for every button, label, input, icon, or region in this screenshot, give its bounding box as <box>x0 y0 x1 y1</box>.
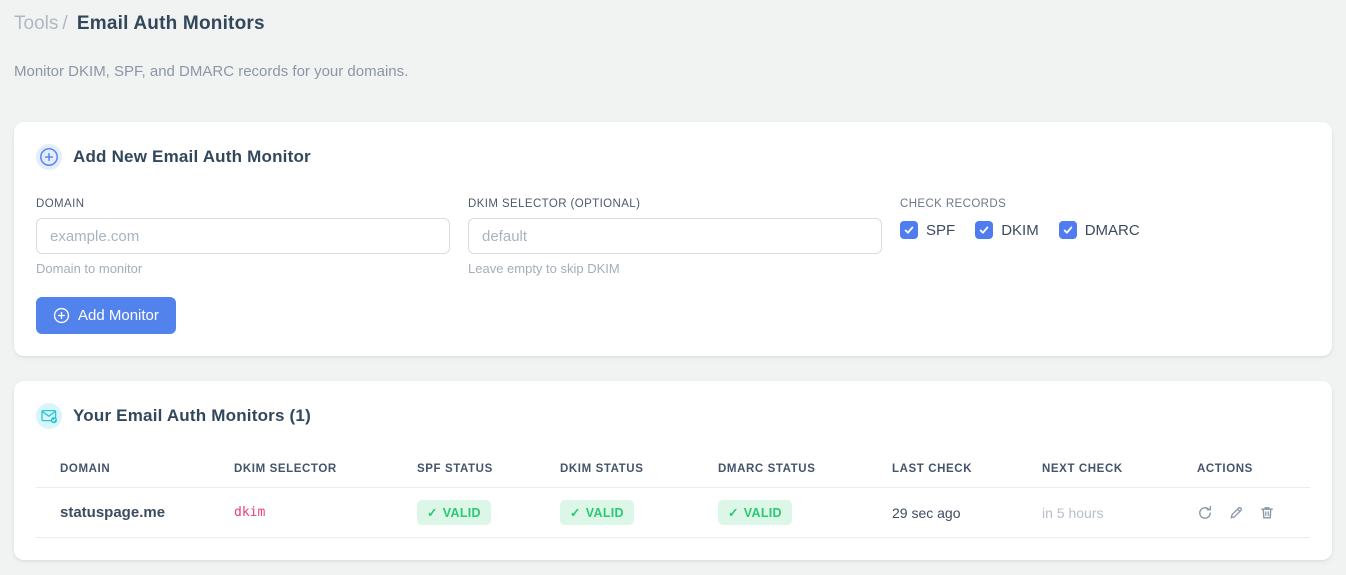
dmarc-checkbox[interactable] <box>1058 221 1077 239</box>
breadcrumb: Tools / Email Auth Monitors <box>14 12 1332 35</box>
monitors-table: DOMAIN DKIM SELECTOR SPF STATUS DKIM STA… <box>36 453 1310 538</box>
monitors-card-header: Your Email Auth Monitors (1) <box>36 403 1310 429</box>
spf-status-cell: ✓ VALID <box>393 500 536 525</box>
breadcrumb-separator: / <box>62 13 68 34</box>
monitor-domain: statuspage.me <box>60 504 166 521</box>
add-monitor-card-header: Add New Email Auth Monitor <box>36 144 1310 170</box>
monitors-card-title: Your Email Auth Monitors (1) <box>73 406 311 425</box>
monitor-dkim-selector: dkim <box>234 505 266 520</box>
dkim-checkbox-label: DKIM <box>1001 221 1039 239</box>
check-icon: ✓ <box>427 506 438 520</box>
dmarc-status-badge: ✓ VALID <box>718 500 792 525</box>
col-header-dmarc-status: DMARC STATUS <box>718 463 816 475</box>
domain-field-group: DOMAIN Domain to monitor <box>36 198 450 276</box>
col-header-actions: ACTIONS <box>1197 463 1253 475</box>
col-header-domain: DOMAIN <box>60 463 111 475</box>
spf-status-text: VALID <box>442 505 481 520</box>
page-title: Email Auth Monitors <box>76 13 265 34</box>
check-icon: ✓ <box>570 506 581 520</box>
edit-monitor-button[interactable] <box>1228 505 1244 521</box>
checkbox-checked-icon <box>979 226 989 234</box>
monitor-next-check: in 5 hours <box>1042 504 1104 521</box>
delete-monitor-button[interactable] <box>1259 505 1275 521</box>
page-subtitle: Monitor DKIM, SPF, and DMARC records for… <box>14 63 409 80</box>
add-monitor-button-label: Add Monitor <box>78 307 159 324</box>
col-header-spf-status: SPF STATUS <box>417 463 493 475</box>
domain-input[interactable] <box>36 218 450 254</box>
dkim-status-badge: ✓ VALID <box>560 500 634 525</box>
col-header-last-check: LAST CHECK <box>892 463 973 475</box>
col-header-next-check: NEXT CHECK <box>1042 463 1123 475</box>
check-records-group: CHECK RECORDS SPF DKIM DMARC <box>900 198 1310 276</box>
plus-circle-icon <box>36 144 62 170</box>
dkim-selector-input[interactable] <box>468 218 882 254</box>
table-row: statuspage.me dkim ✓ VALID ✓ VALID ✓ VAL… <box>36 488 1310 538</box>
breadcrumb-tools-link[interactable]: Tools <box>14 13 58 34</box>
spf-checkbox[interactable] <box>900 221 918 239</box>
dkim-status-cell: ✓ VALID <box>536 500 694 525</box>
checkbox-checked-icon <box>904 226 914 234</box>
monitor-last-check: 29 sec ago <box>892 504 961 521</box>
dkim-selector-field-label: DKIM SELECTOR (OPTIONAL) <box>468 198 641 210</box>
monitors-list-card: Your Email Auth Monitors (1) DOMAIN DKIM… <box>14 381 1332 560</box>
add-monitor-card-title: Add New Email Auth Monitor <box>73 147 311 166</box>
dkim-status-text: VALID <box>585 505 624 520</box>
domain-field-label: DOMAIN <box>36 198 85 210</box>
monitor-actions <box>1173 505 1310 521</box>
dkim-selector-field-group: DKIM SELECTOR (OPTIONAL) Leave empty to … <box>468 198 882 276</box>
check-records-row: SPF DKIM DMARC <box>900 221 1310 239</box>
dmarc-status-cell: ✓ VALID <box>694 500 868 525</box>
refresh-monitor-button[interactable] <box>1197 505 1213 521</box>
col-header-dkim-selector: DKIM SELECTOR <box>234 463 337 475</box>
refresh-icon <box>1199 505 1212 519</box>
spf-check-group: SPF <box>900 221 955 239</box>
col-header-dkim-status: DKIM STATUS <box>560 463 644 475</box>
mail-check-icon <box>36 403 62 429</box>
dmarc-status-text: VALID <box>743 505 782 520</box>
dmarc-check-group: DMARC <box>1058 221 1140 239</box>
add-monitor-card: Add New Email Auth Monitor DOMAIN Domain… <box>14 122 1332 356</box>
monitors-table-header: DOMAIN DKIM SELECTOR SPF STATUS DKIM STA… <box>36 453 1310 488</box>
dkim-selector-field-helper: Leave empty to skip DKIM <box>468 261 620 276</box>
trash-icon <box>1261 506 1273 518</box>
check-icon: ✓ <box>728 506 739 520</box>
checkbox-checked-icon <box>1063 226 1072 234</box>
add-monitor-button[interactable]: Add Monitor <box>36 297 176 334</box>
spf-checkbox-label: SPF <box>926 221 956 239</box>
plus-circle-icon <box>53 307 70 324</box>
edit-icon <box>1230 506 1243 518</box>
dkim-check-group: DKIM <box>975 221 1039 239</box>
dkim-checkbox[interactable] <box>975 221 994 239</box>
add-monitor-form: DOMAIN Domain to monitor DKIM SELECTOR (… <box>36 198 1310 276</box>
dmarc-checkbox-label: DMARC <box>1084 221 1140 239</box>
domain-field-helper: Domain to monitor <box>36 261 143 276</box>
check-records-label: CHECK RECORDS <box>900 198 1007 210</box>
page: Tools / Email Auth Monitors Monitor DKIM,… <box>0 0 1346 560</box>
spf-status-badge: ✓ VALID <box>417 500 491 525</box>
